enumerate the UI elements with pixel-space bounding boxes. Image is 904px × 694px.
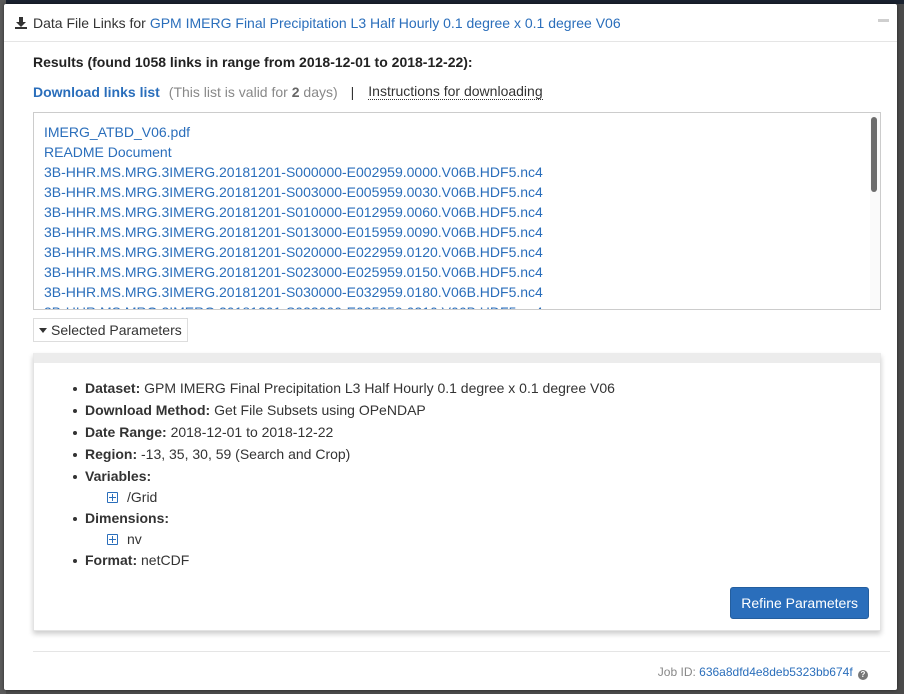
file-link[interactable]: 3B-HHR.MS.MRG.3IMERG.20181201-S033000-E0…	[44, 302, 880, 309]
param-value: netCDF	[141, 552, 190, 568]
results-summary: Results (found 1058 links in range from …	[33, 54, 473, 70]
parameters-list: Dataset: GPM IMERG Final Precipitation L…	[34, 377, 880, 571]
list-validity-note: (This list is valid for 2 days)	[169, 84, 338, 100]
file-links-box[interactable]: IMERG_ATBD_V06.pdf README Document 3B-HHR.…	[33, 112, 881, 310]
file-link[interactable]: 3B-HHR.MS.MRG.3IMERG.20181201-S013000-E0…	[44, 222, 880, 242]
param-value: 2018-12-01 to 2018-12-22	[170, 424, 334, 440]
expand-plus-icon[interactable]	[107, 491, 118, 503]
instructions-link[interactable]: Instructions for downloading	[368, 83, 543, 100]
param-label: Dimensions:	[85, 510, 170, 526]
param-variables: Variables: /Grid	[73, 465, 880, 507]
selected-parameters-panel: Dataset: GPM IMERG Final Precipitation L…	[33, 353, 881, 631]
caret-down-icon	[39, 327, 47, 333]
file-link[interactable]: 3B-HHR.MS.MRG.3IMERG.20181201-S030000-E0…	[44, 282, 880, 302]
param-dataset: Dataset: GPM IMERG Final Precipitation L…	[73, 377, 880, 399]
modal-footer: Job ID: 636a8dfd4e8deb5323bb674f ?	[33, 665, 880, 680]
file-link[interactable]: 3B-HHR.MS.MRG.3IMERG.20181201-S020000-E0…	[44, 242, 880, 262]
param-label: Variables:	[85, 468, 152, 484]
file-link[interactable]: README Document	[44, 142, 880, 162]
file-link[interactable]: IMERG_ATBD_V06.pdf	[44, 122, 880, 142]
param-label: Download Method:	[85, 402, 211, 418]
modal-body: Results (found 1058 links in range from …	[4, 54, 897, 680]
param-dimensions: Dimensions: nv	[73, 507, 880, 549]
job-id-value: 636a8dfd4e8deb5323bb674f	[699, 665, 853, 679]
help-icon[interactable]: ?	[858, 670, 868, 680]
dimension-item: nv	[85, 529, 880, 549]
file-link[interactable]: 3B-HHR.MS.MRG.3IMERG.20181201-S010000-E0…	[44, 202, 880, 222]
file-link[interactable]: 3B-HHR.MS.MRG.3IMERG.20181201-S000000-E0…	[44, 162, 880, 182]
param-value: GPM IMERG Final Precipitation L3 Half Ho…	[144, 380, 615, 396]
modal-header: Data File Links for GPM IMERG Final Prec…	[4, 4, 897, 42]
scrollbar-thumb[interactable]	[871, 117, 877, 192]
validity-prefix: (This list is valid for	[168, 83, 288, 100]
param-label: Region:	[85, 446, 138, 462]
validity-days: 2	[291, 83, 300, 100]
dataset-title-link[interactable]: GPM IMERG Final Precipitation L3 Half Ho…	[150, 15, 621, 31]
file-link[interactable]: 3B-HHR.MS.MRG.3IMERG.20181201-S023000-E0…	[44, 262, 880, 282]
scrollbar-track[interactable]	[870, 113, 880, 309]
selected-parameters-label: Selected Parameters	[51, 322, 182, 338]
param-label: Dataset:	[85, 380, 141, 396]
param-download-method: Download Method: Get File Subsets using …	[73, 399, 880, 421]
param-date-range: Date Range: 2018-12-01 to 2018-12-22	[73, 421, 880, 443]
dimension-name: nv	[127, 531, 142, 547]
modal-title-prefix: Data File Links for	[33, 14, 146, 31]
validity-suffix: days)	[303, 83, 338, 100]
job-id-label: Job ID:	[657, 665, 696, 679]
variable-name: /Grid	[127, 489, 158, 505]
footer-divider	[33, 651, 890, 652]
param-label: Format:	[85, 552, 138, 568]
data-file-links-modal: Data File Links for GPM IMERG Final Prec…	[4, 4, 897, 690]
separator: |	[350, 83, 355, 100]
download-links-row: Download links list (This list is valid …	[33, 83, 880, 100]
variable-item: /Grid	[85, 487, 880, 507]
selected-parameters-toggle[interactable]: Selected Parameters	[33, 318, 188, 342]
param-region: Region: -13, 35, 30, 59 (Search and Crop…	[73, 443, 880, 465]
file-links-list: IMERG_ATBD_V06.pdf README Document 3B-HHR.…	[34, 113, 880, 309]
param-format: Format: netCDF	[73, 549, 880, 571]
param-value: Get File Subsets using OPeNDAP	[214, 402, 426, 418]
param-value: -13, 35, 30, 59 (Search and Crop)	[141, 446, 351, 462]
minimize-icon[interactable]	[878, 19, 889, 22]
refine-parameters-button[interactable]: Refine Parameters	[730, 587, 869, 619]
param-label: Date Range:	[85, 424, 167, 440]
download-links-list-link[interactable]: Download links list	[33, 84, 160, 100]
file-link[interactable]: 3B-HHR.MS.MRG.3IMERG.20181201-S003000-E0…	[44, 182, 880, 202]
expand-plus-icon[interactable]	[107, 533, 118, 545]
download-icon	[15, 16, 27, 29]
